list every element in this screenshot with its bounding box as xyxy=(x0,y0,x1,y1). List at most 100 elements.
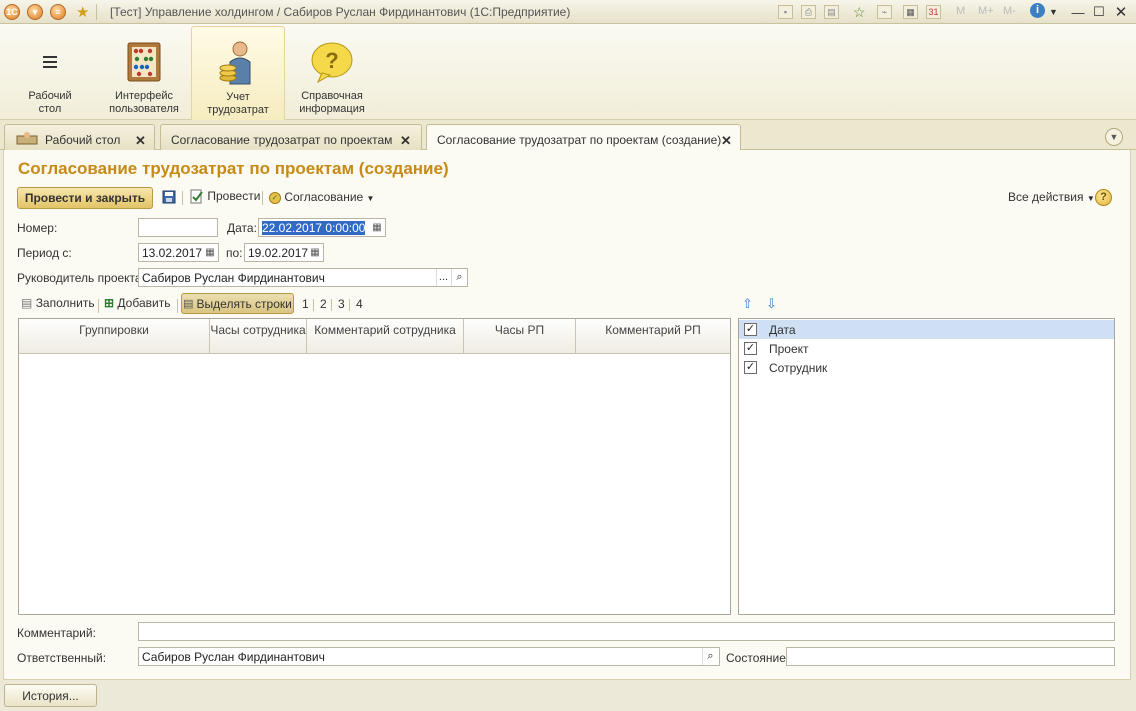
tab-approval-list-label: Согласование трудозатрат по проектам xyxy=(171,133,393,147)
tab-approval-list-close-icon[interactable]: ✕ xyxy=(400,133,411,149)
main-menu-icon[interactable]: ▾ xyxy=(27,4,43,20)
print-icon[interactable]: ⎙ xyxy=(801,5,816,19)
date-field[interactable]: 22.02.2017 0:00:00 xyxy=(258,218,386,237)
approval-menu-button[interactable]: ✓ Согласование ▼ xyxy=(269,190,374,204)
section-desktop[interactable]: Рабочий стол xyxy=(3,26,97,120)
save-icon[interactable]: ▪ xyxy=(778,5,793,19)
fill-icon: ▤ xyxy=(21,296,33,310)
toolbar-separator xyxy=(182,191,183,205)
grid-header-pm-hours[interactable]: Часы РП xyxy=(464,319,576,354)
tab-approval-list[interactable]: Согласование трудозатрат по проектам ✕ xyxy=(160,124,422,151)
section-labor-accounting[interactable]: Учет трудозатрат xyxy=(191,26,285,120)
preview-icon[interactable]: ▤ xyxy=(824,5,839,19)
title-separator xyxy=(96,4,97,20)
tab-desktop-close-icon[interactable]: ✕ xyxy=(135,133,146,149)
menu-lines-icon xyxy=(28,40,72,84)
approval-icon: ✓ xyxy=(269,191,281,204)
number-field[interactable] xyxy=(138,218,218,237)
date-label: Дата: xyxy=(227,221,257,235)
memory-button[interactable]: M xyxy=(956,5,965,17)
manager-search-icon[interactable]: ⌕ xyxy=(451,269,467,286)
grid-header-employee-hours[interactable]: Часы сотрудника xyxy=(210,319,307,354)
labor-grid[interactable]: Группировки Часы сотрудника Комментарий … xyxy=(18,318,731,615)
level-1-button[interactable]: 1 xyxy=(302,297,309,311)
level-2-button[interactable]: 2 xyxy=(320,297,327,311)
move-up-icon[interactable]: ⇧ xyxy=(742,296,753,312)
grid-toolbar-separator xyxy=(177,299,178,313)
grouping-date-checkbox[interactable]: ✓ xyxy=(744,323,757,336)
fill-button[interactable]: ▤ Заполнить xyxy=(21,296,95,310)
section-reference-info-label: Справочная информация xyxy=(299,90,365,115)
post-button-label: Провести xyxy=(207,189,261,203)
tab-approval-create-label: Согласование трудозатрат по проектам (со… xyxy=(437,133,722,147)
app-logo-icon[interactable]: 1C xyxy=(4,4,20,20)
all-actions-menu[interactable]: Все действия ▼ xyxy=(1008,190,1095,204)
memory-minus-button[interactable]: M- xyxy=(1003,5,1016,17)
info-icon[interactable]: i xyxy=(1030,3,1045,18)
close-window-button[interactable]: ✕ xyxy=(1112,3,1130,21)
history-button[interactable]: История... xyxy=(4,684,97,707)
window-title: [Тест] Управление холдингом / Сабиров Ру… xyxy=(110,5,571,19)
calendar-icon[interactable]: 31 xyxy=(926,5,941,19)
grid-header-groupings[interactable]: Группировки xyxy=(19,319,210,354)
list-item[interactable]: ✓ Дата xyxy=(739,320,1114,339)
responsible-field[interactable]: Сабиров Руслан Фирдинантович xyxy=(138,647,720,666)
grouping-employee-checkbox[interactable]: ✓ xyxy=(744,361,757,374)
post-button[interactable]: Провести xyxy=(189,189,260,204)
grouping-employee-label: Сотрудник xyxy=(769,361,828,375)
move-down-icon[interactable]: ⇩ xyxy=(766,296,777,312)
manager-select-button[interactable]: ... xyxy=(436,269,450,286)
all-actions-label: Все действия xyxy=(1008,190,1084,204)
info-dropdown-icon[interactable]: ▼ xyxy=(1049,7,1058,17)
maximize-button[interactable]: ☐ xyxy=(1090,3,1108,21)
grouping-project-checkbox[interactable]: ✓ xyxy=(744,342,757,355)
grid-header-pm-comment[interactable]: Комментарий РП xyxy=(576,319,730,354)
functions-menu-icon[interactable]: ≡ xyxy=(50,4,66,20)
chevron-down-icon: ▼ xyxy=(366,194,375,203)
add-favorite-icon[interactable]: ☆ xyxy=(853,4,866,21)
highlight-rows-toggle[interactable]: ▤ Выделять строки xyxy=(181,293,294,314)
calculator-icon[interactable]: ▦ xyxy=(903,5,918,19)
post-icon xyxy=(190,189,203,204)
period-to-calendar-icon[interactable]: ▦ xyxy=(307,244,323,261)
help-button[interactable]: ? xyxy=(1095,189,1112,206)
tab-approval-create[interactable]: Согласование трудозатрат по проектам (со… xyxy=(426,124,741,152)
tab-approval-create-close-icon[interactable]: ✕ xyxy=(721,133,732,149)
link-icon[interactable]: ⌁ xyxy=(877,5,892,19)
list-item[interactable]: ✓ Сотрудник xyxy=(739,358,1114,377)
date-calendar-icon[interactable]: ▦ xyxy=(369,219,385,236)
responsible-label: Ответственный: xyxy=(17,651,107,665)
section-user-interface[interactable]: Интерфейс пользователя xyxy=(97,26,191,120)
responsible-search-icon[interactable]: ⌕ xyxy=(702,648,718,665)
grid-header-employee-comment[interactable]: Комментарий сотрудника xyxy=(307,319,464,354)
comment-field[interactable] xyxy=(138,622,1115,641)
list-item[interactable]: ✓ Проект xyxy=(739,339,1114,358)
tabs-dropdown-icon[interactable]: ▼ xyxy=(1105,128,1123,146)
level-separator xyxy=(331,299,332,311)
project-manager-label: Руководитель проекта: xyxy=(17,271,145,285)
period-to-label: по: xyxy=(226,246,243,260)
post-and-close-button[interactable]: Провести и закрыть xyxy=(17,187,153,209)
level-3-button[interactable]: 3 xyxy=(338,297,345,311)
section-reference-info[interactable]: ? Справочная информация xyxy=(285,26,379,120)
state-field[interactable] xyxy=(786,647,1115,666)
document-form: Согласование трудозатрат по проектам (со… xyxy=(3,150,1131,680)
section-desktop-label: Рабочий стол xyxy=(28,90,72,115)
chevron-down-icon: ▼ xyxy=(1086,194,1095,203)
tab-desktop[interactable]: Рабочий стол ✕ xyxy=(4,124,155,151)
save-doc-icon[interactable] xyxy=(162,190,176,207)
fill-button-label: Заполнить xyxy=(35,296,95,310)
level-4-button[interactable]: 4 xyxy=(356,297,363,311)
minimize-button[interactable]: — xyxy=(1069,3,1087,21)
question-bubble-icon: ? xyxy=(310,40,354,84)
section-labor-accounting-label: Учет трудозатрат xyxy=(207,91,269,116)
period-from-calendar-icon[interactable]: ▦ xyxy=(202,244,218,261)
project-manager-field[interactable]: Сабиров Руслан Фирдинантович xyxy=(138,268,468,287)
add-row-button[interactable]: ⊞ Добавить xyxy=(104,296,170,310)
state-label: Состояние: xyxy=(726,651,790,665)
section-user-interface-label: Интерфейс пользователя xyxy=(109,90,179,115)
favorites-star-icon[interactable]: ★ xyxy=(76,3,89,21)
groupings-list[interactable]: ✓ Дата ✓ Проект ✓ Сотрудник xyxy=(738,318,1115,615)
memory-plus-button[interactable]: M+ xyxy=(978,5,994,17)
abacus-icon xyxy=(122,40,166,84)
